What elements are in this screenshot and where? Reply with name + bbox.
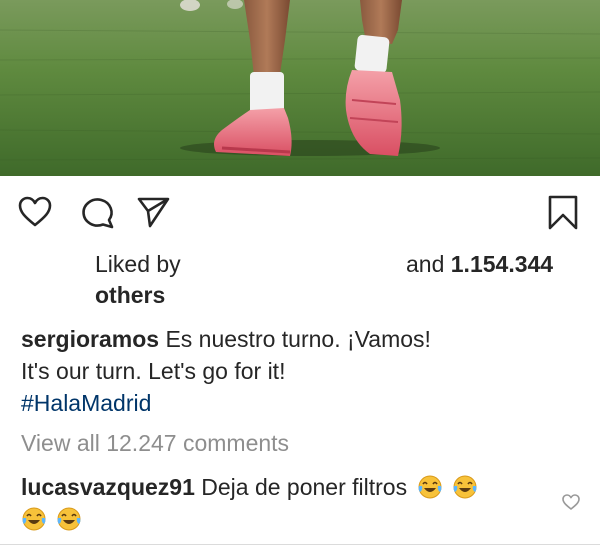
caption-hashtag[interactable]: #HalaMadrid: [21, 390, 151, 416]
post-caption: sergioramos Es nuestro turno. ¡Vamos! It…: [21, 323, 581, 419]
likes-count-value: 1.154.344: [450, 251, 554, 277]
face-with-tears-of-joy-icon: [453, 475, 477, 499]
paper-plane-icon[interactable]: [135, 194, 171, 230]
face-with-tears-of-joy-icon: [57, 507, 81, 531]
comment-like-heart-icon[interactable]: [561, 492, 581, 512]
likes-count: and 1.154.344: [406, 251, 553, 278]
face-with-tears-of-joy-icon: [418, 475, 441, 499]
caption-username[interactable]: sergioramos: [21, 326, 159, 352]
post-photo[interactable]: [0, 0, 600, 176]
bottom-divider: [0, 544, 600, 545]
bookmark-icon[interactable]: [545, 194, 581, 230]
photo-graphic: [0, 0, 600, 176]
face-with-tears-of-joy-icon: [22, 507, 46, 531]
comment-icon[interactable]: [79, 194, 115, 230]
caption-line-2: It's our turn. Let's go for it!: [21, 358, 286, 384]
caption-line-1: Es nuestro turno. ¡Vamos!: [159, 326, 431, 352]
likes-summary[interactable]: Liked by and 1.154.344 others: [0, 248, 600, 318]
comment-username[interactable]: lucasvazquez91: [21, 474, 195, 500]
comment-item: lucasvazquez91 Deja de poner filtros: [21, 471, 541, 535]
post-action-bar: [0, 176, 600, 248]
likes-and-prefix: and: [406, 251, 451, 277]
view-all-comments-link[interactable]: View all 12.247 comments: [21, 430, 289, 457]
liked-by-label: Liked by: [95, 251, 181, 277]
heart-icon[interactable]: [17, 194, 53, 230]
likes-others-link[interactable]: others: [95, 282, 165, 309]
comment-text: Deja de poner filtros: [194, 474, 408, 500]
